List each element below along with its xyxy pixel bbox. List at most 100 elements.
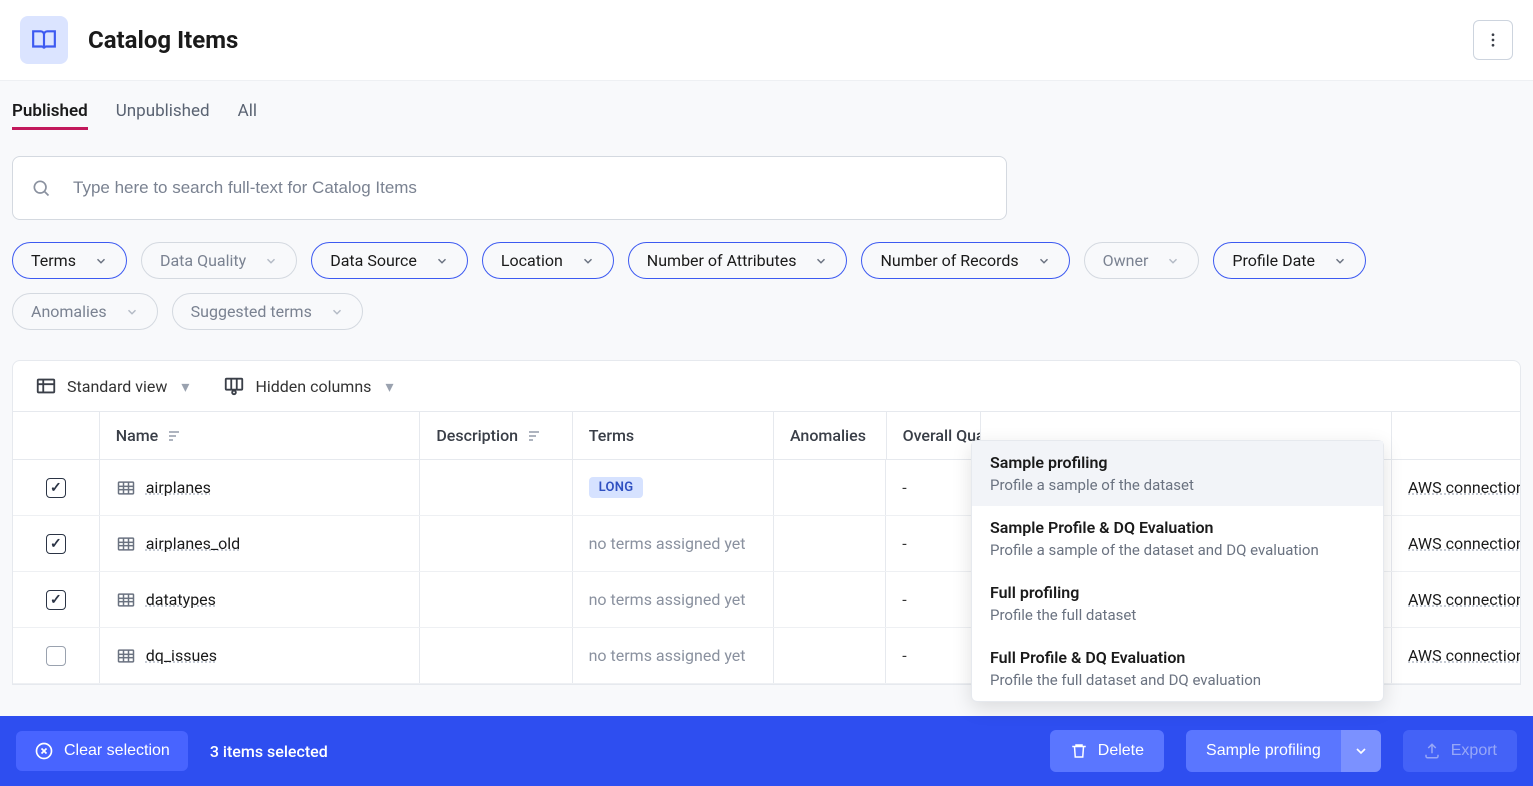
header: Catalog Items xyxy=(0,0,1533,81)
row-checkbox[interactable] xyxy=(46,646,66,666)
export-button[interactable]: Export xyxy=(1403,730,1517,772)
filter-chip[interactable]: Number of Records xyxy=(861,242,1069,279)
filter-chip-label: Location xyxy=(501,251,563,270)
table-icon xyxy=(116,646,136,666)
row-name-link[interactable]: datatypes xyxy=(146,590,216,609)
table-icon xyxy=(116,478,136,498)
th-connection xyxy=(1391,412,1520,459)
dropdown-item[interactable]: Full profiling Profile the full dataset xyxy=(972,571,1383,636)
row-checkbox[interactable] xyxy=(46,590,66,610)
term-tag[interactable]: LONG xyxy=(589,477,644,498)
th-overall-quality[interactable]: Overall Qua xyxy=(886,412,981,459)
filter-chip[interactable]: Profile Date xyxy=(1213,242,1366,279)
tab-published[interactable]: Published xyxy=(12,101,88,130)
filter-chip-label: Owner xyxy=(1103,251,1149,270)
trash-icon xyxy=(1070,742,1088,760)
th-terms[interactable]: Terms xyxy=(572,412,773,459)
tab-all[interactable]: All xyxy=(238,101,257,130)
dropdown-item-title: Sample profiling xyxy=(990,453,1365,472)
sort-icon xyxy=(168,430,184,442)
dropdown-item[interactable]: Sample Profile & DQ Evaluation Profile a … xyxy=(972,506,1383,571)
profiling-dropdown: Sample profiling Profile a sample of the … xyxy=(971,440,1384,702)
chevron-down-icon xyxy=(814,254,828,268)
table-toolbar: Standard view ▾ Hidden columns ▾ xyxy=(13,361,1520,411)
delete-button[interactable]: Delete xyxy=(1050,730,1164,772)
dropdown-item-subtitle: Profile the full dataset and DQ evaluati… xyxy=(990,671,1365,689)
table-icon xyxy=(116,590,136,610)
filter-chip-label: Data Source xyxy=(330,251,417,270)
book-open-icon xyxy=(31,27,57,53)
upload-icon xyxy=(1423,742,1441,760)
dropdown-item-title: Full profiling xyxy=(990,583,1365,602)
connection-link[interactable]: AWS connection xyxy=(1408,646,1521,665)
tab-unpublished[interactable]: Unpublished xyxy=(116,101,210,130)
columns-label: Hidden columns xyxy=(255,377,371,396)
filter-chip-label: Anomalies xyxy=(31,302,107,321)
close-circle-icon xyxy=(34,741,54,761)
dropdown-item-subtitle: Profile a sample of the dataset and DQ e… xyxy=(990,541,1365,559)
dropdown-item-title: Full Profile & DQ Evaluation xyxy=(990,648,1365,667)
row-name-link[interactable]: airplanes_old xyxy=(146,534,240,553)
clear-selection-button[interactable]: Clear selection xyxy=(16,731,188,771)
sample-profiling-button[interactable]: Sample profiling xyxy=(1186,730,1341,772)
filter-chip[interactable]: Suggested terms xyxy=(172,293,363,330)
connection-link[interactable]: AWS connection xyxy=(1408,534,1521,553)
chevron-down-icon xyxy=(581,254,595,268)
filter-chip[interactable]: Anomalies xyxy=(12,293,158,330)
profile-split-button: Sample profiling xyxy=(1186,730,1381,772)
connection-link[interactable]: AWS connection xyxy=(1408,478,1521,497)
sort-icon xyxy=(528,430,544,442)
row-name-link[interactable]: dq_issues xyxy=(146,646,217,665)
table-icon xyxy=(116,534,136,554)
delete-label: Delete xyxy=(1098,742,1144,760)
filter-chip[interactable]: Data Quality xyxy=(141,242,297,279)
search-container xyxy=(12,156,1007,220)
dropdown-item-subtitle: Profile the full dataset xyxy=(990,606,1365,624)
chevron-down-icon xyxy=(94,254,108,268)
dropdown-item[interactable]: Sample profiling Profile a sample of the … xyxy=(972,441,1383,506)
hidden-columns-selector[interactable]: Hidden columns ▾ xyxy=(223,375,393,397)
tabs: Published Unpublished All xyxy=(12,101,1521,138)
no-terms-text: no terms assigned yet xyxy=(589,646,746,665)
chevron-down-icon xyxy=(1333,254,1347,268)
connection-link[interactable]: AWS connection xyxy=(1408,590,1521,609)
quality-value: - xyxy=(902,478,906,497)
view-label: Standard view xyxy=(67,377,167,396)
chevron-down-icon xyxy=(264,254,278,268)
export-label: Export xyxy=(1451,742,1497,760)
profile-dropdown-toggle[interactable] xyxy=(1341,730,1381,772)
filter-chip-label: Data Quality xyxy=(160,251,246,270)
more-options-button[interactable] xyxy=(1473,20,1513,60)
th-anomalies[interactable]: Anomalies xyxy=(773,412,886,459)
no-terms-text: no terms assigned yet xyxy=(589,534,746,553)
th-checkbox xyxy=(13,412,99,459)
row-checkbox[interactable] xyxy=(46,478,66,498)
filter-chip[interactable]: Number of Attributes xyxy=(628,242,848,279)
profile-label: Sample profiling xyxy=(1206,742,1321,760)
caret-down-icon: ▾ xyxy=(181,377,189,396)
dropdown-item-title: Sample Profile & DQ Evaluation xyxy=(990,518,1365,537)
filter-chip[interactable]: Owner xyxy=(1084,242,1200,279)
filter-chip-label: Number of Attributes xyxy=(647,251,797,270)
app-icon-box xyxy=(20,16,68,64)
row-name-link[interactable]: airplanes xyxy=(146,478,211,497)
chevron-down-icon xyxy=(1166,254,1180,268)
row-checkbox[interactable] xyxy=(46,534,66,554)
dropdown-item-subtitle: Profile a sample of the dataset xyxy=(990,476,1365,494)
page-title: Catalog Items xyxy=(88,26,238,54)
th-description[interactable]: Description xyxy=(419,412,571,459)
filter-chip[interactable]: Location xyxy=(482,242,614,279)
th-name[interactable]: Name xyxy=(99,412,420,459)
filter-chip-label: Terms xyxy=(31,251,76,270)
search-input[interactable] xyxy=(73,178,988,198)
quality-value: - xyxy=(902,534,906,553)
search-icon xyxy=(31,178,51,198)
dropdown-item[interactable]: Full Profile & DQ Evaluation Profile the … xyxy=(972,636,1383,701)
caret-down-icon: ▾ xyxy=(385,377,393,396)
filter-chip[interactable]: Terms xyxy=(12,242,127,279)
filter-chip[interactable]: Data Source xyxy=(311,242,468,279)
filter-chips: Terms Data Quality Data Source Location Numb… xyxy=(12,242,1432,330)
view-selector[interactable]: Standard view ▾ xyxy=(35,375,189,397)
chevron-down-icon xyxy=(330,305,344,319)
chevron-down-icon xyxy=(1037,254,1051,268)
